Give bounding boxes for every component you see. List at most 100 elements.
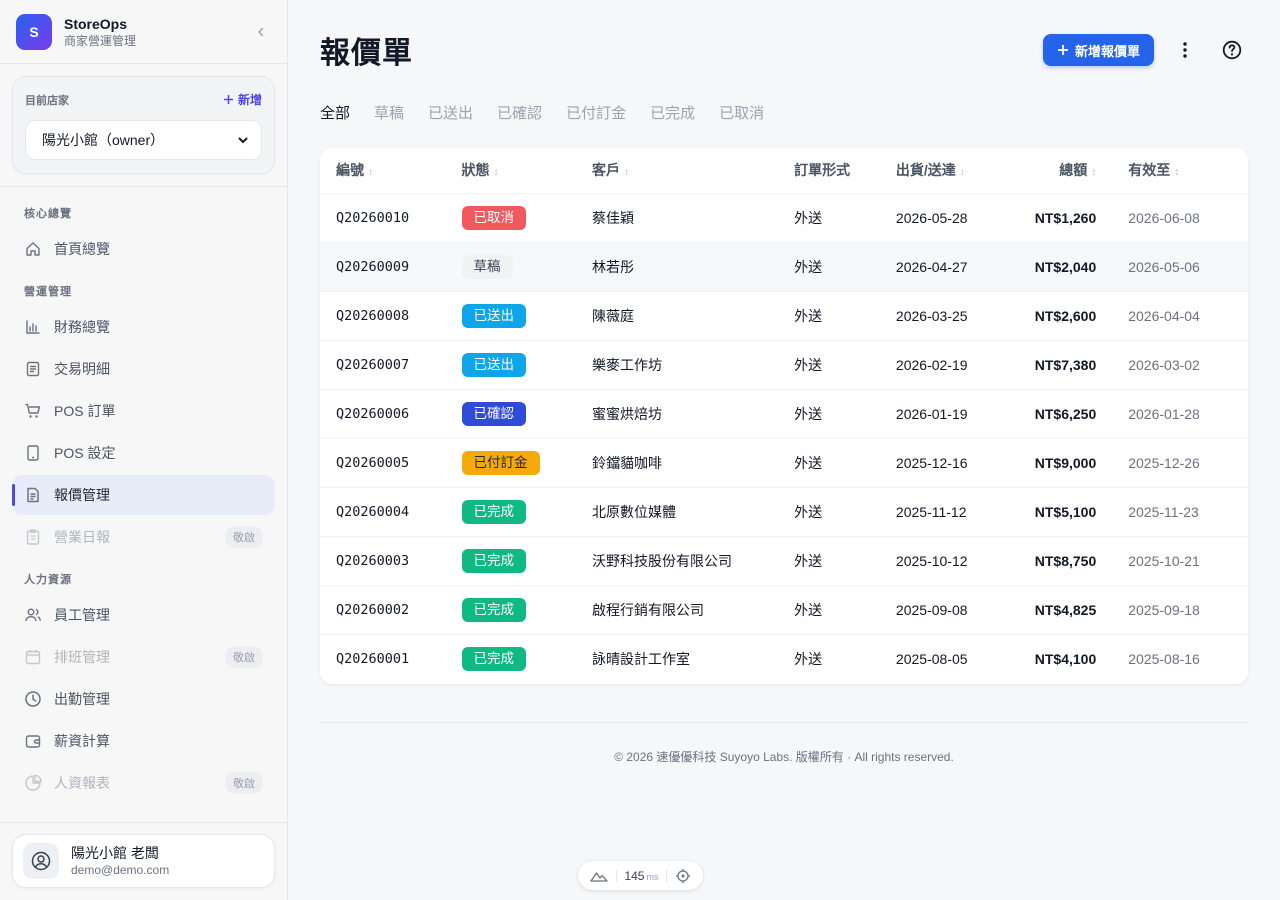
column-header-total[interactable]: 總額 ↕ (1034, 148, 1129, 194)
tab-status[interactable]: 草稿 (374, 98, 404, 126)
order-type: 外送 (794, 291, 896, 341)
sidebar-item-bar-chart[interactable]: 財務總覽 (12, 307, 275, 347)
sidebar-item-label: 財務總覽 (54, 319, 110, 335)
tab-status[interactable]: 已完成 (650, 98, 695, 126)
expiry-date: 2025-11-23 (1128, 487, 1248, 537)
expiry-date: 2025-09-18 (1128, 585, 1248, 635)
add-store-label: 新增 (237, 93, 262, 107)
expiry-date: 2025-10-21 (1128, 536, 1248, 586)
quote-id: Q20260003 (320, 536, 462, 586)
sidebar-item-home[interactable]: 首頁總覽 (12, 229, 275, 269)
sidebar-item-label: 員工管理 (54, 607, 110, 623)
expiry-date: 2026-05-06 (1128, 242, 1248, 292)
more-options-button[interactable] (1169, 34, 1201, 66)
table-row[interactable]: Q20260007 已送出 樂麥工作坊 外送 2026-02-19 NT$7,380 202… (320, 340, 1248, 390)
order-type: 外送 (794, 389, 896, 439)
nav-section-title: 人力資源 (24, 574, 72, 586)
table-row[interactable]: Q20260001 已完成 詠晴設計工作室 外送 2025-08-05 NT$4,100 2… (320, 634, 1248, 683)
tab-status[interactable]: 已取消 (719, 98, 764, 126)
customer-name: 樂麥工作坊 (592, 340, 795, 390)
wallet-icon (24, 732, 42, 750)
table-row[interactable]: Q20260003 已完成 沃野科技股份有限公司 外送 2025-10-12 NT$8,7… (320, 536, 1248, 586)
cart-icon (24, 402, 42, 420)
delivery-date: 2025-10-12 (895, 536, 1035, 586)
table-row[interactable]: Q20260004 已完成 北原數位媒體 外送 2025-11-12 NT$5,100 20… (320, 487, 1248, 537)
sidebar-item-label: POS 訂單 (54, 403, 116, 419)
total-amount: NT$6,250 (1034, 389, 1129, 439)
customer-name: 陳薇庭 (592, 291, 795, 341)
delivery-date: 2026-02-19 (895, 340, 1035, 390)
table-row[interactable]: Q20260006 已確認 蜜蜜烘焙坊 外送 2026-01-19 NT$6,250 202… (320, 389, 1248, 439)
column-header-id[interactable]: 編號 ↕ (320, 148, 462, 194)
expiry-date: 2026-03-02 (1128, 340, 1248, 390)
quotes-table: 編號 ↕ 狀態 ↕ 客戶 ↕ 訂單形式 出貨/送達 ↕ 總額 ↕ 有效至 ↕ Q202600… (320, 148, 1248, 683)
sidebar-item-label: 薪資計算 (54, 733, 110, 749)
total-amount: NT$5,100 (1034, 487, 1129, 537)
store-select[interactable]: 陽光小館（owner） (25, 120, 262, 160)
sidebar-item-label: 營業日報 (54, 529, 110, 545)
brand-header: S StoreOps 商家營運管理 (0, 0, 287, 64)
order-type: 外送 (794, 438, 896, 488)
total-amount: NT$7,380 (1034, 340, 1129, 390)
table-row[interactable]: Q20260005 已付訂金 鈴鐺貓咖啡 外送 2025-12-16 NT$9,000 20… (320, 438, 1248, 488)
table-row[interactable]: Q20260002 已完成 啟程行銷有限公司 外送 2025-09-08 NT$4,825… (320, 585, 1248, 635)
collapse-sidebar-icon[interactable] (251, 22, 271, 42)
expiry-date: 2026-01-28 (1128, 389, 1248, 439)
bar-chart-icon (24, 318, 42, 336)
delivery-date: 2025-11-12 (895, 487, 1035, 537)
new-quote-button[interactable]: 新增報價單 (1042, 34, 1154, 66)
sidebar-item-quote[interactable]: 報價管理 (12, 475, 275, 515)
status-cell: 已取消 (461, 193, 593, 243)
order-type: 外送 (794, 340, 896, 390)
total-amount: NT$4,825 (1034, 585, 1129, 635)
status-badge: 已取消 (461, 205, 527, 230)
sort-icon: ↕ (1174, 167, 1180, 179)
status-cell: 已完成 (461, 634, 593, 683)
chevron-down-icon (238, 137, 248, 144)
sidebar-item-users[interactable]: 員工管理 (12, 595, 275, 635)
status-badge: 已完成 (461, 499, 527, 524)
sidebar-item-label: POS 設定 (54, 445, 116, 461)
order-type: 外送 (794, 242, 896, 292)
delivery-date: 2026-04-27 (895, 242, 1035, 292)
column-header-customer[interactable]: 客戶 ↕ (592, 148, 795, 194)
sidebar-item-label: 交易明細 (54, 361, 110, 377)
sidebar-item-clock[interactable]: 出勤管理 (12, 679, 275, 719)
sidebar-item-wallet[interactable]: 薪資計算 (12, 721, 275, 761)
tab-status[interactable]: 已確認 (497, 98, 542, 126)
column-header-expiry[interactable]: 有效至 ↕ (1128, 148, 1248, 194)
sort-icon: ↕ (368, 167, 373, 179)
plus-icon (1057, 45, 1068, 55)
tab-status[interactable]: 已送出 (428, 98, 473, 126)
document-icon (24, 360, 42, 378)
tab-status[interactable]: 已付訂金 (566, 98, 626, 126)
help-button[interactable] (1216, 34, 1248, 66)
nav-section-title: 核心總覽 (24, 208, 72, 220)
quote-id: Q20260010 (320, 193, 462, 243)
status-cell: 草稿 (461, 242, 593, 292)
customer-name: 林若彤 (592, 242, 795, 292)
order-type: 外送 (794, 536, 896, 586)
expiry-date: 2026-06-08 (1128, 193, 1248, 243)
performance-widget[interactable]: 145 ms (578, 861, 703, 890)
quote-id: Q20260002 (320, 585, 462, 635)
delivery-date: 2026-05-28 (895, 193, 1035, 243)
table-row[interactable]: Q20260009 草稿 林若彤 外送 2026-04-27 NT$2,040 2026-0… (320, 242, 1248, 292)
tab-status[interactable]: 全部 (320, 98, 350, 126)
delivery-date: 2025-08-05 (895, 650, 968, 667)
footer-divider (320, 722, 1248, 723)
sidebar-item-tablet[interactable]: POS 設定 (12, 433, 275, 473)
order-type: 外送 (794, 487, 896, 537)
column-header-status[interactable]: 狀態 ↕ (461, 148, 593, 194)
table-row[interactable]: Q20260010 已取消 蔡佳穎 外送 2026-05-28 NT$1,260 2026-… (320, 193, 1248, 243)
quote-id: Q20260004 (320, 487, 462, 537)
customer-name: 沃野科技股份有限公司 (592, 536, 795, 586)
column-header-date[interactable]: 出貨/送達 ↕ (895, 148, 1035, 194)
table-row[interactable]: Q20260008 已送出 陳薇庭 外送 2026-03-25 NT$2,600 2026-… (320, 291, 1248, 341)
user-profile-card[interactable]: 陽光小館 老闆 demo@demo.com (12, 834, 275, 888)
sidebar-item-document[interactable]: 交易明細 (12, 349, 275, 389)
customer-name: 蔡佳穎 (592, 193, 795, 243)
add-store-button[interactable]: 新增 (223, 91, 262, 108)
perf-value: 145 (624, 868, 645, 883)
sidebar-item-cart[interactable]: POS 訂單 (12, 391, 275, 431)
